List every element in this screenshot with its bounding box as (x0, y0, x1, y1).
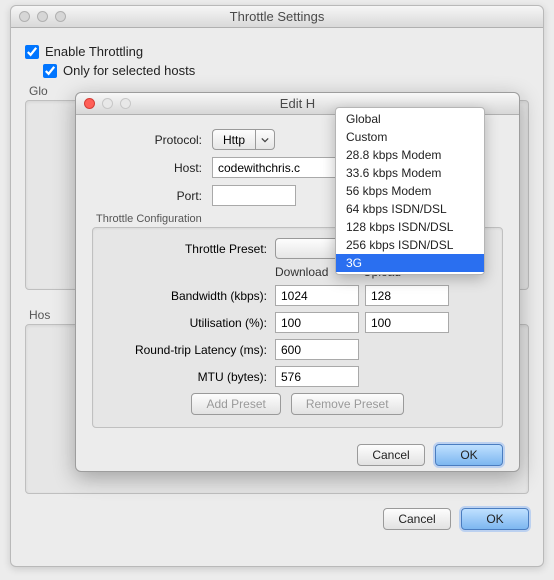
utilisation-label: Utilisation (%): (103, 316, 267, 330)
preset-dropdown-menu[interactable]: GlobalCustom28.8 kbps Modem33.6 kbps Mod… (335, 107, 485, 275)
preset-option[interactable]: 33.6 kbps Modem (336, 164, 484, 182)
mtu-input[interactable] (275, 366, 359, 387)
only-hosts-label: Only for selected hosts (63, 63, 195, 78)
zoom-icon[interactable] (55, 11, 66, 22)
window-title: Throttle Settings (11, 9, 543, 24)
chevron-down-icon (255, 129, 275, 150)
mtu-label: MTU (bytes): (103, 370, 267, 384)
minimize-icon (102, 98, 113, 109)
enable-throttling-row: Enable Throttling (25, 44, 529, 59)
port-input[interactable] (212, 185, 296, 206)
preset-option[interactable]: 64 kbps ISDN/DSL (336, 200, 484, 218)
dialog-ok-button[interactable]: OK (435, 444, 503, 466)
dialog-cancel-button[interactable]: Cancel (357, 444, 425, 466)
protocol-value: Http (212, 129, 255, 150)
preset-option[interactable]: Custom (336, 128, 484, 146)
close-icon[interactable] (19, 11, 30, 22)
window-controls (19, 11, 66, 22)
protocol-select[interactable]: Http (212, 129, 275, 150)
ok-button[interactable]: OK (461, 508, 529, 530)
bandwidth-label: Bandwidth (kbps): (103, 289, 267, 303)
preset-option[interactable]: Global (336, 110, 484, 128)
remove-preset-button[interactable]: Remove Preset (291, 393, 404, 415)
add-preset-button[interactable]: Add Preset (191, 393, 280, 415)
port-label: Port: (92, 189, 202, 203)
bandwidth-download-input[interactable] (275, 285, 359, 306)
dialog-window-controls (84, 98, 131, 109)
utilisation-download-input[interactable] (275, 312, 359, 333)
bandwidth-upload-input[interactable] (365, 285, 449, 306)
preset-option[interactable]: 56 kbps Modem (336, 182, 484, 200)
preset-option[interactable]: 28.8 kbps Modem (336, 146, 484, 164)
enable-throttling-checkbox[interactable] (25, 45, 39, 59)
latency-label: Round-trip Latency (ms): (103, 343, 267, 357)
enable-throttling-label: Enable Throttling (45, 44, 143, 59)
preset-label: Throttle Preset: (103, 242, 267, 256)
host-label: Host: (92, 161, 202, 175)
protocol-label: Protocol: (92, 133, 202, 147)
cancel-button[interactable]: Cancel (383, 508, 451, 530)
latency-input[interactable] (275, 339, 359, 360)
preset-option[interactable]: 3G (336, 254, 484, 272)
preset-option[interactable]: 256 kbps ISDN/DSL (336, 236, 484, 254)
minimize-icon[interactable] (37, 11, 48, 22)
only-hosts-row: Only for selected hosts (43, 63, 529, 78)
close-icon[interactable] (84, 98, 95, 109)
only-hosts-checkbox[interactable] (43, 64, 57, 78)
zoom-icon (120, 98, 131, 109)
preset-option[interactable]: 128 kbps ISDN/DSL (336, 218, 484, 236)
titlebar: Throttle Settings (11, 6, 543, 28)
utilisation-upload-input[interactable] (365, 312, 449, 333)
